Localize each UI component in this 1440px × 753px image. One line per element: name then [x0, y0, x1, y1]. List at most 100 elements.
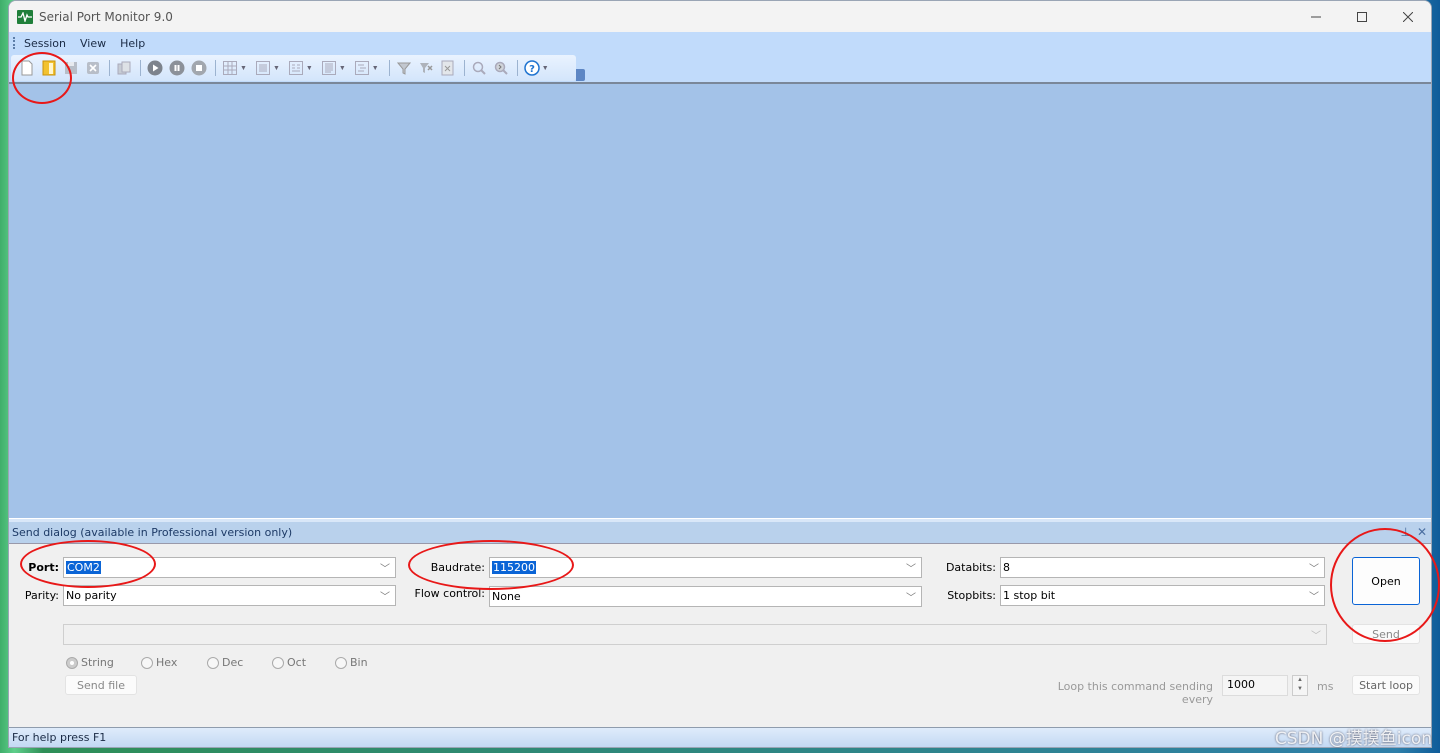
pause-icon — [169, 60, 185, 76]
chevron-down-icon: ﹀ — [1311, 631, 1321, 642]
toolbar-separator — [215, 60, 216, 76]
find-next-button[interactable] — [491, 58, 511, 78]
minimize-icon — [1311, 16, 1321, 17]
format-radio-oct[interactable]: Oct — [272, 656, 306, 669]
app-logo-icon — [17, 9, 33, 24]
new-session-button[interactable] — [17, 58, 37, 78]
help-dropdown-icon[interactable]: ▼ — [542, 65, 549, 72]
stopbits-value: 1 stop bit — [1003, 589, 1056, 602]
spin-up-icon[interactable]: ▲ — [1293, 676, 1307, 685]
menu-help[interactable]: Help — [120, 37, 145, 50]
app-window: Serial Port Monitor 9.0 Session View Hel… — [8, 0, 1432, 748]
modbus-view-button[interactable] — [352, 58, 372, 78]
dump-view-button[interactable] — [286, 58, 306, 78]
table-view-icon — [223, 61, 237, 75]
new-session-icon — [21, 60, 33, 76]
format-radio-string[interactable]: String — [66, 656, 114, 669]
search-button[interactable] — [469, 58, 489, 78]
command-input[interactable]: ﹀ — [63, 624, 1327, 645]
format-radio-dec[interactable]: Dec — [207, 656, 243, 669]
pause-button[interactable] — [167, 58, 187, 78]
panel-close-icon[interactable]: ✕ — [1417, 525, 1427, 539]
format-radio-hex[interactable]: Hex — [141, 656, 177, 669]
parity-value: No parity — [66, 589, 117, 602]
window-title: Serial Port Monitor 9.0 — [39, 9, 173, 24]
radio-dot — [141, 656, 153, 669]
maximize-icon — [1357, 11, 1367, 22]
start-loop-button[interactable]: Start loop — [1352, 675, 1420, 695]
radio-dot — [272, 656, 284, 669]
spin-down-icon[interactable]: ▼ — [1293, 685, 1307, 694]
radio-label: String — [81, 656, 114, 669]
pin-icon[interactable]: ⊥ — [1400, 525, 1410, 539]
open-session-icon — [42, 60, 56, 76]
toolbar-separator — [140, 60, 141, 76]
title-bar: Serial Port Monitor 9.0 — [9, 1, 1431, 32]
send-dialog-title: Send dialog (available in Professional v… — [12, 526, 293, 539]
stopbits-select[interactable]: 1 stop bit ﹀ — [1000, 585, 1325, 606]
port-select[interactable]: COM2 ﹀ — [63, 557, 396, 578]
terminal-view-dropdown-icon[interactable]: ▼ — [339, 65, 346, 72]
minimize-button[interactable] — [1293, 1, 1339, 32]
chevron-down-icon: ﹀ — [380, 564, 390, 575]
table-view-dropdown-icon[interactable]: ▼ — [240, 65, 247, 72]
stop-button[interactable] — [189, 58, 209, 78]
toolbar-overflow-button[interactable] — [576, 69, 585, 81]
maximize-button[interactable] — [1339, 1, 1385, 32]
menu-view[interactable]: View — [80, 37, 106, 50]
baudrate-select[interactable]: 115200 ﹀ — [489, 557, 922, 578]
loop-interval-value: 1000 — [1227, 678, 1255, 691]
radio-dot — [66, 656, 78, 669]
filter-button[interactable] — [394, 58, 414, 78]
close-button[interactable] — [1385, 1, 1431, 32]
menu-bar: Session View Help — [9, 32, 1431, 54]
open-port-button[interactable]: Open — [1352, 557, 1420, 605]
line-view-button[interactable] — [253, 58, 273, 78]
send-button[interactable]: Send — [1352, 624, 1420, 644]
table-view-button[interactable] — [220, 58, 240, 78]
modbus-view-dropdown-icon[interactable]: ▼ — [372, 65, 379, 72]
loop-interval-input[interactable]: 1000 — [1222, 675, 1288, 696]
menu-session[interactable]: Session — [24, 37, 66, 50]
baudrate-label: Baudrate: — [430, 561, 485, 574]
help-icon: ? — [523, 60, 540, 76]
parity-label: Parity: — [24, 589, 59, 602]
svg-text:?: ? — [529, 64, 535, 75]
copy-button[interactable] — [114, 58, 134, 78]
port-value: COM2 — [66, 561, 101, 574]
flow-control-select[interactable]: None ﹀ — [489, 586, 922, 607]
menu-grip-handle[interactable] — [13, 37, 16, 49]
databits-select[interactable]: 8 ﹀ — [1000, 557, 1325, 578]
format-radio-bin[interactable]: Bin — [335, 656, 368, 669]
save-icon — [65, 62, 77, 74]
help-button[interactable]: ? — [522, 58, 542, 78]
modbus-view-icon — [354, 61, 369, 75]
flow-control-value: None — [492, 590, 521, 603]
play-button[interactable] — [145, 58, 165, 78]
line-view-icon — [255, 61, 270, 75]
radio-dot — [207, 656, 219, 669]
filter-settings-button[interactable] — [416, 58, 436, 78]
open-session-button[interactable] — [39, 58, 59, 78]
terminal-view-button[interactable] — [319, 58, 339, 78]
toolbar-row: ▼ ▼ ▼ ▼ ▼ ? ▼ — [9, 54, 1431, 82]
send-dialog-body: Port: COM2 ﹀ Parity: No parity ﹀ Baudrat… — [9, 544, 1431, 724]
loop-interval-spinner[interactable]: ▲ ▼ — [1292, 675, 1308, 696]
databits-value: 8 — [1003, 561, 1010, 574]
monitor-view-area[interactable] — [9, 82, 1431, 519]
loop-label: Loop this command sending every — [1057, 680, 1213, 706]
stopbits-label: Stopbits: — [947, 589, 996, 602]
dump-view-icon — [288, 61, 303, 75]
save-button[interactable] — [61, 58, 81, 78]
send-file-button[interactable]: Send file — [65, 675, 137, 695]
toolbar: ▼ ▼ ▼ ▼ ▼ ? ▼ — [11, 55, 585, 81]
close-session-button[interactable] — [83, 58, 103, 78]
line-view-dropdown-icon[interactable]: ▼ — [273, 65, 280, 72]
parity-select[interactable]: No parity ﹀ — [63, 585, 396, 606]
radio-label: Oct — [287, 656, 307, 669]
dump-view-dropdown-icon[interactable]: ▼ — [306, 65, 313, 72]
clear-button[interactable] — [438, 58, 458, 78]
close-session-icon — [87, 62, 99, 74]
baudrate-value: 115200 — [492, 561, 536, 574]
databits-label: Databits: — [945, 561, 996, 574]
